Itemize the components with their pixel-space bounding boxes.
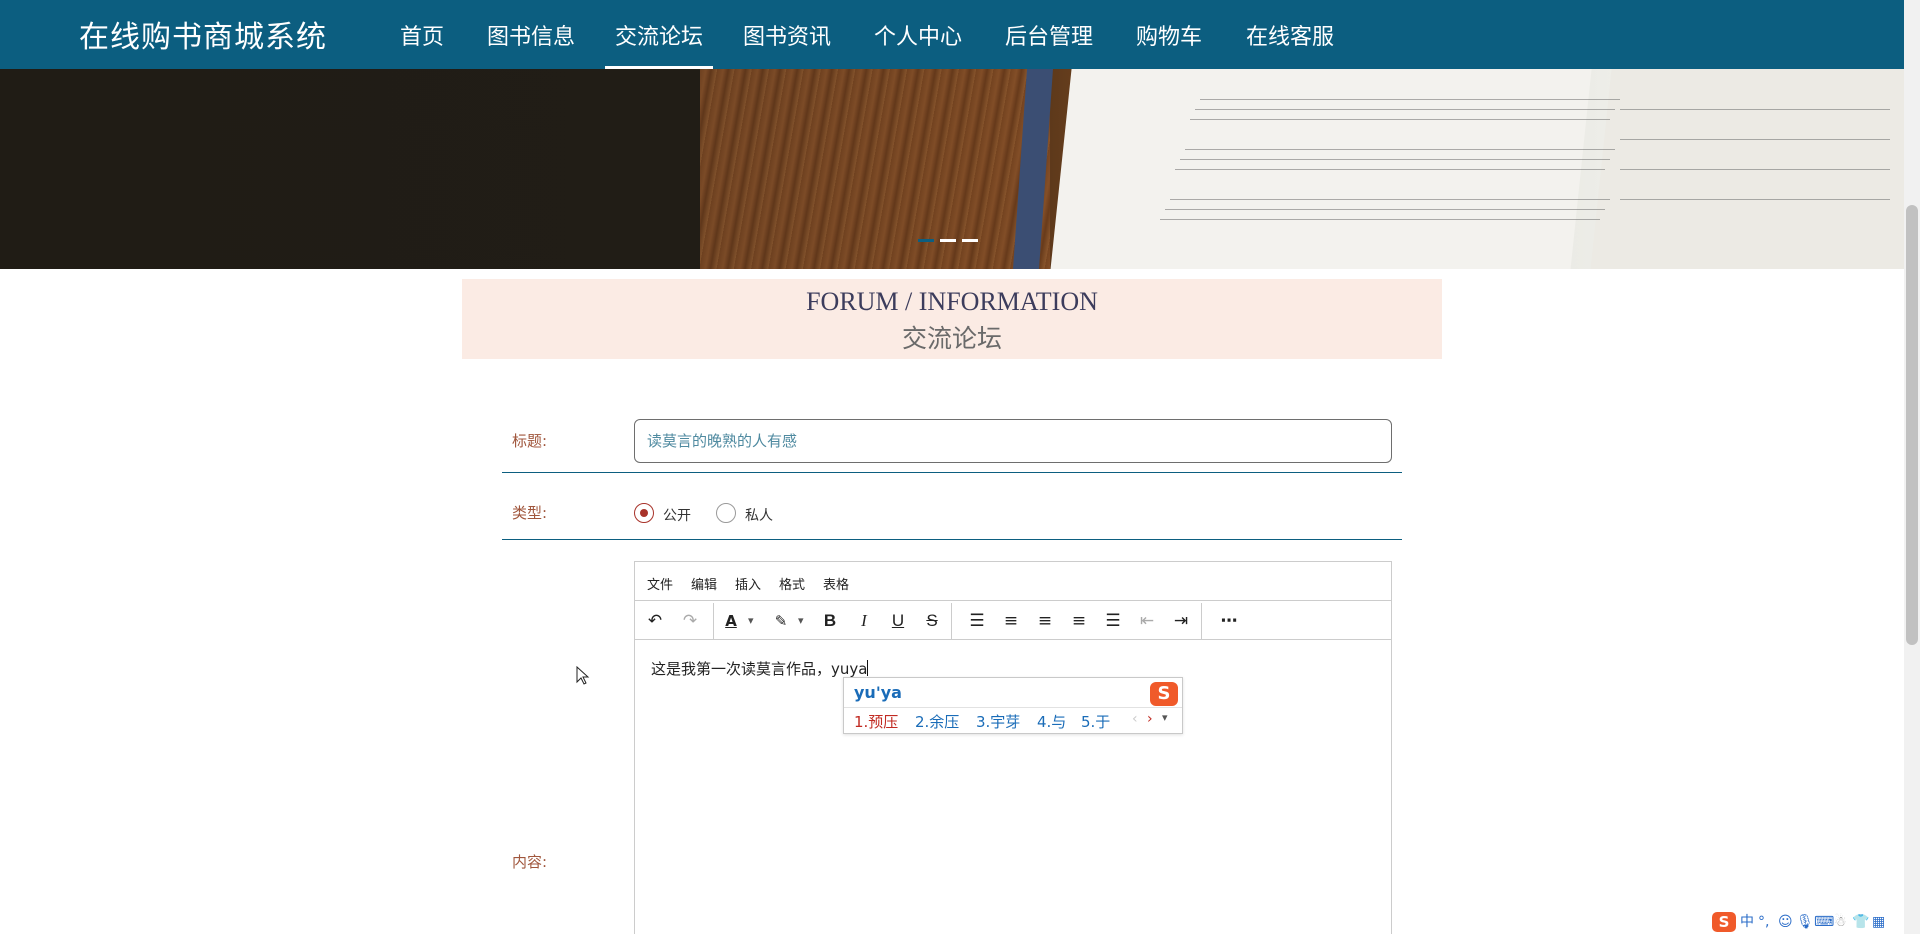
title-input[interactable]: 读莫言的晚熟的人有感 — [634, 419, 1392, 463]
section-title-cn: 交流论坛 — [901, 324, 1002, 353]
staff-line — [1170, 199, 1610, 200]
chevron-down-icon[interactable]: ▾ — [748, 609, 754, 633]
redo-icon[interactable]: ↷ — [678, 609, 702, 633]
type-private-radio[interactable] — [716, 503, 736, 523]
editor-menubar: 文件 编辑 插入 格式 表格 — [635, 562, 1391, 601]
menu-format[interactable]: 格式 — [779, 574, 805, 593]
mouse-cursor-icon — [576, 666, 590, 685]
type-private-label[interactable]: 私人 — [745, 505, 773, 525]
align-left-icon[interactable]: ≡ — [999, 609, 1023, 633]
carousel-dot-2[interactable] — [940, 239, 956, 242]
staff-line — [1200, 99, 1620, 100]
align-right-icon[interactable]: ≡ — [1067, 609, 1091, 633]
toolbar-separator — [951, 603, 952, 639]
staff-line — [1195, 109, 1615, 110]
editor-toolbar: ↶ ↷ A ▾ ✎ ▾ B I U S ☰ ≡ ≡ ≡ ☰ ⇤ ⇥ ⋯ — [635, 601, 1391, 640]
editor-content-text[interactable]: 这是我第一次读莫言作品，yuya — [651, 658, 869, 679]
page: 在线购书商城系统 首页 图书信息 交流论坛 图书资讯 个人中心 后台管理 购物车… — [0, 0, 1920, 934]
site-brand[interactable]: 在线购书商城系统 — [79, 12, 327, 56]
nav-item-admin[interactable]: 后台管理 — [1005, 19, 1093, 51]
font-color-icon[interactable]: A — [719, 609, 743, 633]
microphone-icon[interactable]: 🎙 — [1796, 913, 1814, 931]
type-public-radio[interactable] — [634, 503, 654, 523]
ime-candidate[interactable]: 1.预压 — [854, 711, 898, 732]
staff-line — [1185, 149, 1615, 150]
menu-file[interactable]: 文件 — [647, 574, 673, 593]
ime-expand-icon[interactable]: ▾ — [1162, 711, 1168, 724]
content-label: 内容: — [512, 853, 548, 871]
top-nav: 在线购书商城系统 首页 图书信息 交流论坛 图书资讯 个人中心 后台管理 购物车… — [0, 0, 1904, 69]
carousel-dot-3[interactable] — [962, 239, 978, 242]
nav-item-book-info[interactable]: 图书信息 — [487, 19, 575, 51]
text-caret — [867, 660, 869, 676]
nav-item-cart[interactable]: 购物车 — [1136, 19, 1202, 51]
menu-insert[interactable]: 插入 — [735, 574, 761, 593]
outdent-icon[interactable]: ⇤ — [1135, 609, 1159, 633]
section-header: FORUM / INFORMATION 交流论坛 — [462, 279, 1442, 359]
skin-icon[interactable]: 👕 — [1852, 913, 1869, 931]
ime-next-page-icon[interactable]: › — [1147, 711, 1153, 727]
underline-icon[interactable]: U — [886, 609, 910, 633]
staff-line — [1175, 169, 1605, 170]
more-icon[interactable]: ⋯ — [1217, 609, 1241, 633]
banner-carousel[interactable] — [0, 69, 1904, 269]
nav-item-personal-center[interactable]: 个人中心 — [874, 19, 962, 51]
form-divider — [502, 539, 1402, 540]
ime-candidate[interactable]: 5.于 — [1081, 711, 1110, 732]
ime-prev-page-icon[interactable]: ‹ — [1132, 711, 1138, 727]
staff-line — [1190, 119, 1610, 120]
highlight-color-icon[interactable]: ✎ — [769, 609, 793, 633]
page-scrollbar-thumb[interactable] — [1906, 205, 1918, 645]
nav-item-forum[interactable]: 交流论坛 — [615, 19, 703, 51]
ime-candidate[interactable]: 2.余压 — [915, 711, 959, 732]
strikethrough-icon[interactable]: S — [920, 609, 944, 633]
nav-item-home[interactable]: 首页 — [400, 19, 444, 51]
carousel-dot-1[interactable] — [918, 239, 934, 242]
toolbar-separator — [1201, 603, 1202, 639]
indent-icon[interactable]: ⇥ — [1169, 609, 1193, 633]
type-public-label[interactable]: 公开 — [663, 505, 691, 525]
toolbox-icon[interactable]: ▦ — [1872, 913, 1885, 931]
staff-line — [1620, 109, 1890, 110]
chevron-down-icon[interactable]: ▾ — [798, 609, 804, 633]
user-icon[interactable]: ☃ — [1834, 913, 1847, 931]
ime-candidate-popup: yu'ya S 1.预压 2.余压 3.宇芽 4.与 5.于 ‹ › ▾ — [843, 677, 1183, 734]
nav-item-book-news[interactable]: 图书资讯 — [743, 19, 831, 51]
title-label: 标题: — [512, 432, 548, 450]
staff-line — [1160, 219, 1600, 220]
section-title-en: FORUM / INFORMATION — [806, 287, 1098, 316]
banner-wood-texture — [700, 69, 1050, 269]
emoji-icon[interactable]: ☺ — [1778, 913, 1793, 931]
nav-item-online-service[interactable]: 在线客服 — [1246, 19, 1334, 51]
align-justify-icon[interactable]: ☰ — [1101, 609, 1125, 633]
undo-icon[interactable]: ↶ — [643, 609, 667, 633]
menu-table[interactable]: 表格 — [823, 574, 849, 593]
ime-punctuation-toggle[interactable]: °, — [1758, 913, 1769, 931]
menu-edit[interactable]: 编辑 — [691, 574, 717, 593]
ime-candidate[interactable]: 3.宇芽 — [976, 711, 1020, 732]
italic-icon[interactable]: I — [852, 609, 876, 633]
staff-line — [1620, 169, 1890, 170]
toolbar-separator — [713, 603, 714, 639]
staff-line — [1180, 159, 1610, 160]
ime-candidate[interactable]: 4.与 — [1037, 711, 1066, 732]
line-height-icon[interactable]: ☰ — [965, 609, 989, 633]
staff-line — [1165, 209, 1605, 210]
editor-content-value: 这是我第一次读莫言作品，yuya — [651, 660, 868, 678]
rich-text-editor: 文件 编辑 插入 格式 表格 ↶ ↷ A ▾ ✎ ▾ B I U S ☰ ≡ ≡… — [634, 561, 1392, 934]
type-label: 类型: — [512, 504, 548, 522]
sogou-logo-icon: S — [1150, 682, 1178, 706]
ime-language-toggle[interactable]: 中 — [1740, 913, 1754, 931]
sogou-tray-icon[interactable]: S — [1712, 912, 1736, 932]
keyboard-icon[interactable]: ⌨ — [1814, 913, 1834, 931]
ime-composition: yu'ya — [854, 683, 902, 702]
bold-icon[interactable]: B — [818, 609, 842, 633]
staff-line — [1620, 199, 1890, 200]
ime-divider — [844, 707, 1182, 708]
form-divider — [502, 472, 1402, 473]
align-center-icon[interactable]: ≡ — [1033, 609, 1057, 633]
staff-line — [1620, 139, 1890, 140]
